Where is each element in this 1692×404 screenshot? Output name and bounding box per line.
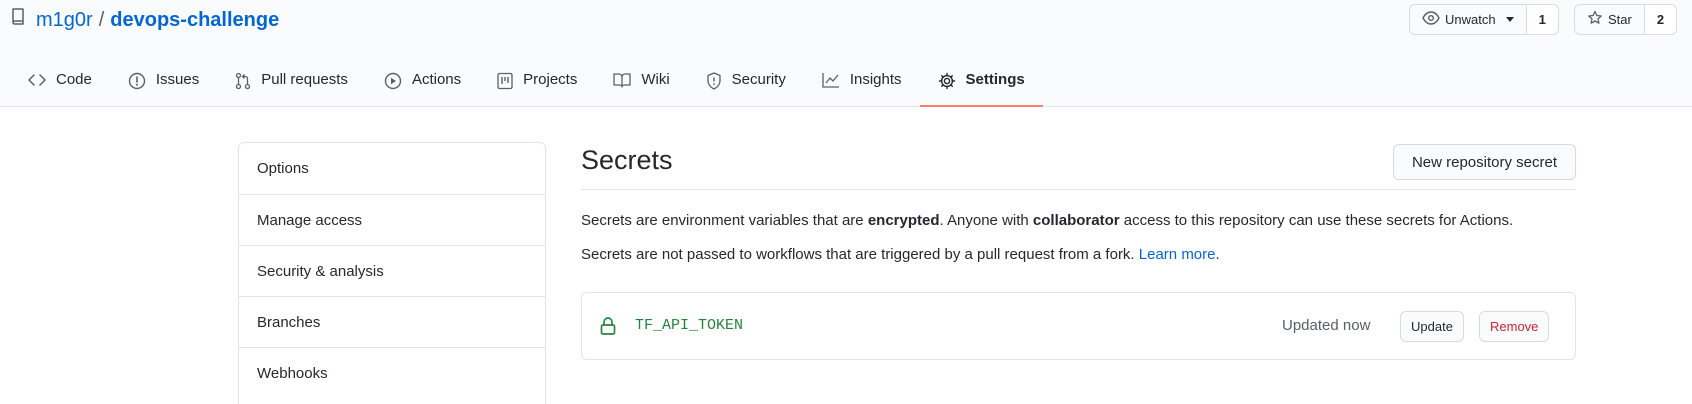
star-group: Star 2 xyxy=(1574,4,1678,35)
tab-settings[interactable]: Settings xyxy=(919,60,1043,107)
shield-icon xyxy=(706,71,732,94)
repo-nav-tabs: Code Issues Pull requests Actions Projec… xyxy=(10,60,1043,107)
tab-settings-label: Settings xyxy=(965,71,1025,88)
star-button[interactable]: Star xyxy=(1574,4,1645,35)
desc2-text: Secrets are not passed to workflows that… xyxy=(581,246,1139,263)
star-icon xyxy=(1587,10,1608,29)
project-icon xyxy=(497,71,523,94)
graph-icon xyxy=(822,71,850,92)
tab-actions-label: Actions xyxy=(411,71,462,88)
tab-security[interactable]: Security xyxy=(688,60,804,107)
desc1-text-a: Secrets are environment variables that a… xyxy=(581,212,868,229)
code-icon xyxy=(28,71,56,92)
new-repository-secret-button[interactable]: New repository secret xyxy=(1392,144,1576,180)
secret-name: TF_API_TOKEN xyxy=(635,317,744,334)
tab-code[interactable]: Code xyxy=(10,60,110,107)
tab-insights[interactable]: Insights xyxy=(804,60,920,107)
page-title: Secrets xyxy=(581,145,673,175)
desc1-collaborator: collaborator xyxy=(1032,212,1120,229)
watchers-count[interactable]: 1 xyxy=(1526,4,1559,35)
repo-header: m1g0r / devops-challenge Unwatch 1 Star … xyxy=(0,0,1692,107)
update-secret-button[interactable]: Update xyxy=(1400,311,1464,342)
tab-actions[interactable]: Actions xyxy=(366,60,479,107)
lock-icon xyxy=(600,316,616,339)
eye-icon xyxy=(1422,11,1445,28)
fork-note: Secrets are not passed to workflows that… xyxy=(581,245,1576,265)
sidebar-item-webhooks[interactable]: Webhooks xyxy=(239,347,545,398)
desc1-encrypted: encrypted xyxy=(867,212,940,229)
secret-updated-status: Updated now xyxy=(1282,317,1371,334)
tab-insights-label: Insights xyxy=(849,71,902,88)
play-icon xyxy=(384,71,412,94)
repo-separator: / xyxy=(98,9,105,31)
repo-name-link[interactable]: devops-challenge xyxy=(110,8,279,32)
star-label: Star xyxy=(1608,12,1632,27)
tab-projects[interactable]: Projects xyxy=(479,60,595,107)
gear-icon xyxy=(938,71,966,94)
remove-secret-button[interactable]: Remove xyxy=(1479,311,1550,342)
sidebar-item-branches[interactable]: Branches xyxy=(239,296,545,347)
tab-security-label: Security xyxy=(731,71,786,88)
issue-icon xyxy=(128,71,156,94)
desc2-end: . xyxy=(1215,246,1220,263)
repo-title: m1g0r / devops-challenge xyxy=(10,7,279,33)
tab-pull-requests-label: Pull requests xyxy=(261,71,348,88)
book-icon xyxy=(613,71,641,92)
secrets-panel: Secrets New repository secret Secrets ar… xyxy=(581,142,1576,360)
sidebar-item-manage-access[interactable]: Manage access xyxy=(239,194,545,245)
tab-pull-requests[interactable]: Pull requests xyxy=(217,60,366,107)
repo-icon xyxy=(10,7,36,33)
stars-count[interactable]: 2 xyxy=(1644,4,1678,35)
tab-issues-label: Issues xyxy=(155,71,200,88)
secrets-header: Secrets New repository secret xyxy=(581,142,1576,190)
watch-group: Unwatch 1 xyxy=(1409,4,1559,35)
chevron-down-icon xyxy=(1505,17,1514,22)
secret-row: TF_API_TOKEN Updated now Update Remove xyxy=(581,292,1576,360)
tab-wiki[interactable]: Wiki xyxy=(595,60,687,107)
tab-projects-label: Projects xyxy=(523,71,578,88)
secrets-description: Secrets are environment variables that a… xyxy=(581,211,1576,231)
tab-wiki-label: Wiki xyxy=(641,71,670,88)
unwatch-button[interactable]: Unwatch xyxy=(1409,4,1527,35)
sidebar-item-options[interactable]: Options xyxy=(239,143,545,194)
tab-issues[interactable]: Issues xyxy=(110,60,217,107)
pull-request-icon xyxy=(235,71,261,94)
desc1-text-e: access to this repository can use these … xyxy=(1119,212,1514,229)
settings-sidebar: Options Manage access Security & analysi… xyxy=(238,142,546,404)
learn-more-link[interactable]: Learn more xyxy=(1139,246,1216,263)
desc1-text-c: . Anyone with xyxy=(939,212,1033,229)
unwatch-label: Unwatch xyxy=(1445,12,1496,27)
repo-owner-link[interactable]: m1g0r xyxy=(36,8,93,32)
sidebar-item-security-analysis[interactable]: Security & analysis xyxy=(239,245,545,296)
tab-code-label: Code xyxy=(56,71,92,88)
